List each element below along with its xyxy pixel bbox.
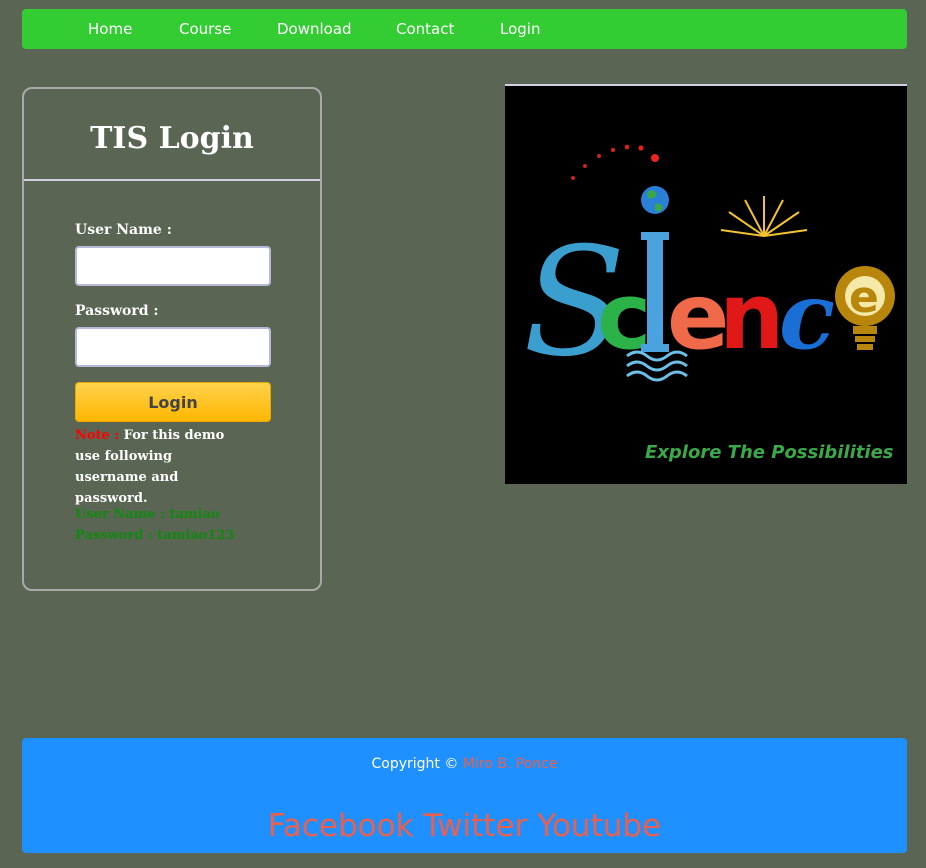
social-links: Facebook Twitter Youtube [22, 808, 907, 844]
demo-username: User Name : tamiao [75, 507, 220, 522]
note-label: Note : [75, 428, 120, 443]
demo-password: Password : tamiao123 [75, 528, 235, 543]
svg-text:e: e [849, 272, 879, 323]
nav-home[interactable]: Home [88, 9, 132, 49]
svg-text:c: c [779, 262, 835, 370]
science-banner-graphic: S c e n c e Explore The Possibilities [505, 86, 907, 484]
login-title: TIS Login [24, 89, 320, 181]
nav-login[interactable]: Login [500, 9, 540, 49]
copyright-text: Copyright © [371, 756, 463, 772]
footer: Copyright © Miro B. Ponce Facebook Twitt… [22, 738, 907, 853]
svg-text:n: n [719, 263, 785, 370]
nav-course[interactable]: Course [179, 9, 231, 49]
nav-download[interactable]: Download [277, 9, 352, 49]
copyright-line: Copyright © Miro B. Ponce [22, 756, 907, 772]
password-input[interactable] [75, 327, 271, 367]
banner-tagline: Explore The Possibilities [645, 442, 894, 463]
author-link[interactable]: Miro B. Ponce [463, 756, 558, 772]
username-input[interactable] [75, 246, 271, 286]
login-button[interactable]: Login [75, 382, 271, 422]
facebook-link[interactable]: Facebook [268, 808, 414, 844]
youtube-link[interactable]: Youtube [537, 808, 661, 844]
science-banner-image: S c e n c e Explore The Possibilities [505, 86, 907, 484]
demo-note: Note : For this demo use following usern… [75, 425, 245, 509]
password-label: Password : [75, 303, 159, 319]
twitter-link[interactable]: Twitter [423, 808, 527, 844]
top-navbar: Home Course Download Contact Login [22, 9, 907, 49]
login-panel: TIS Login User Name : Password : Login N… [22, 87, 322, 591]
nav-contact[interactable]: Contact [396, 9, 454, 49]
username-label: User Name : [75, 222, 172, 238]
